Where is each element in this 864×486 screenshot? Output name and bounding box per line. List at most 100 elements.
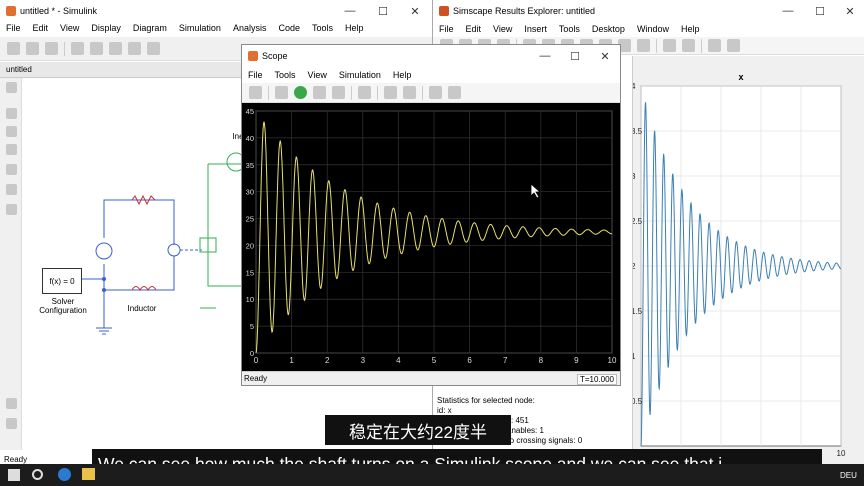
maximize-button[interactable]: ☐ — [805, 0, 835, 22]
menu-view[interactable]: View — [302, 70, 333, 80]
save-icon[interactable] — [45, 42, 58, 55]
open-icon[interactable] — [26, 42, 39, 55]
toolbar-separator — [422, 85, 423, 100]
menu-simulation[interactable]: Simulation — [333, 70, 387, 80]
style-icon[interactable] — [448, 86, 461, 99]
link-icon[interactable] — [637, 39, 650, 52]
file-explorer-icon[interactable] — [82, 468, 95, 480]
arrow-icon[interactable] — [6, 144, 17, 155]
menu-simulation[interactable]: Simulation — [173, 23, 227, 33]
menu-tools[interactable]: Tools — [553, 24, 586, 34]
tab-untitled[interactable]: untitled — [6, 65, 32, 74]
current-sensor-symbol[interactable] — [167, 243, 181, 257]
toolbar-separator — [64, 41, 65, 56]
explorer-title: Simscape Results Explorer: untitled — [453, 6, 596, 16]
forward-icon[interactable] — [90, 42, 103, 55]
menu-code[interactable]: Code — [272, 23, 306, 33]
scope-x-tick-label: 8 — [539, 356, 544, 365]
explorer-y-tick-label: 0.5 — [633, 397, 643, 406]
simulink-palette — [0, 78, 22, 450]
edge-icon[interactable] — [58, 468, 71, 481]
explorer-titlebar[interactable]: Simscape Results Explorer: untitled — ☐ … — [433, 0, 864, 22]
scope-y-tick-label: 35 — [246, 161, 254, 170]
stop-icon[interactable] — [332, 86, 345, 99]
minimize-button[interactable]: — — [530, 45, 560, 67]
scope-status: Ready — [244, 374, 268, 383]
dock-icon[interactable] — [727, 39, 740, 52]
simulink-titlebar[interactable]: untitled * - Simulink — ☐ ✕ — [0, 0, 432, 22]
autoscale-icon[interactable] — [403, 86, 416, 99]
taskbar: DEU — [0, 464, 864, 486]
minimize-button[interactable]: — — [335, 0, 365, 22]
minimize-button[interactable]: — — [773, 0, 803, 22]
close-button[interactable]: ✕ — [400, 0, 430, 22]
new-model-icon[interactable] — [7, 42, 20, 55]
hide-tools-icon[interactable] — [708, 39, 721, 52]
scope-plot[interactable]: 0 1 2 3 4 5 6 7 8 9 10454035302520151050 — [242, 103, 620, 371]
menu-desktop[interactable]: Desktop — [586, 24, 631, 34]
menu-file[interactable]: File — [242, 70, 269, 80]
settings-icon[interactable] — [147, 42, 160, 55]
menu-insert[interactable]: Insert — [518, 24, 553, 34]
search-icon[interactable] — [32, 469, 43, 480]
explorer-y-tick-label: 3.5 — [633, 127, 643, 136]
menu-help[interactable]: Help — [339, 23, 370, 33]
up-icon[interactable] — [109, 42, 122, 55]
zoom-in-icon[interactable] — [6, 108, 17, 119]
menu-help[interactable]: Help — [387, 70, 418, 80]
toolbar-separator — [656, 38, 657, 53]
explorer-plot[interactable]: x024681043.532.521.510.5Time (s) — [633, 56, 864, 464]
menu-edit[interactable]: Edit — [460, 24, 488, 34]
fit-view-icon[interactable] — [6, 126, 17, 137]
menu-edit[interactable]: Edit — [27, 23, 55, 33]
menu-analysis[interactable]: Analysis — [227, 23, 273, 33]
annotation-icon[interactable] — [6, 164, 17, 175]
maximize-button[interactable]: ☐ — [368, 0, 398, 22]
solver-label: Solver Configuration — [39, 297, 87, 315]
cursor-measure-icon[interactable] — [429, 86, 442, 99]
solver-block[interactable]: f(x) = 0 — [42, 268, 82, 294]
highlight-icon[interactable] — [358, 86, 371, 99]
menu-tools[interactable]: Tools — [306, 23, 339, 33]
scope-menubar: File Tools View Simulation Help — [242, 67, 620, 83]
menu-display[interactable]: Display — [85, 23, 127, 33]
scope-x-tick-label: 10 — [608, 356, 617, 365]
simulink-status: Ready — [4, 455, 28, 464]
collapse-icon[interactable] — [6, 418, 17, 429]
scope-x-tick-label: 4 — [396, 356, 401, 365]
scope-statusbar: Ready T=10.000 — [242, 371, 620, 385]
menu-window[interactable]: Window — [631, 24, 675, 34]
colorbar-icon[interactable] — [663, 39, 676, 52]
close-button[interactable]: ✕ — [835, 0, 864, 22]
menu-view[interactable]: View — [487, 24, 518, 34]
electrical-ground-icon — [96, 327, 112, 335]
subtitle-chinese: 稳定在大约22度半 — [325, 415, 511, 445]
inductor-symbol[interactable] — [131, 286, 157, 292]
windows-start-icon[interactable] — [8, 469, 20, 481]
legend-icon[interactable] — [682, 39, 695, 52]
run-icon[interactable] — [294, 86, 307, 99]
maximize-button[interactable]: ☐ — [560, 45, 590, 67]
image-icon[interactable] — [6, 184, 17, 195]
menu-diagram[interactable]: Diagram — [127, 23, 173, 33]
toolbar-separator — [268, 85, 269, 100]
back-icon[interactable] — [71, 42, 84, 55]
hide-browser-icon[interactable] — [6, 82, 17, 93]
close-button[interactable]: ✕ — [590, 45, 620, 67]
scope-time: T=10.000 — [576, 374, 617, 385]
step-forward-icon[interactable] — [313, 86, 326, 99]
menu-view[interactable]: View — [54, 23, 85, 33]
menu-help[interactable]: Help — [675, 24, 706, 34]
voltage-source-symbol[interactable] — [95, 242, 113, 260]
scope-titlebar[interactable]: Scope — ☐ ✕ — [242, 45, 620, 67]
model-browser-icon[interactable] — [6, 398, 17, 409]
library-icon[interactable] — [128, 42, 141, 55]
menu-file[interactable]: File — [433, 24, 460, 34]
menu-tools[interactable]: Tools — [269, 70, 302, 80]
menu-file[interactable]: File — [0, 23, 27, 33]
language-indicator[interactable]: DEU — [840, 471, 857, 480]
zoom-icon[interactable] — [384, 86, 397, 99]
step-back-icon[interactable] — [275, 86, 288, 99]
settings-icon[interactable] — [249, 86, 262, 99]
area-icon[interactable] — [6, 204, 17, 215]
